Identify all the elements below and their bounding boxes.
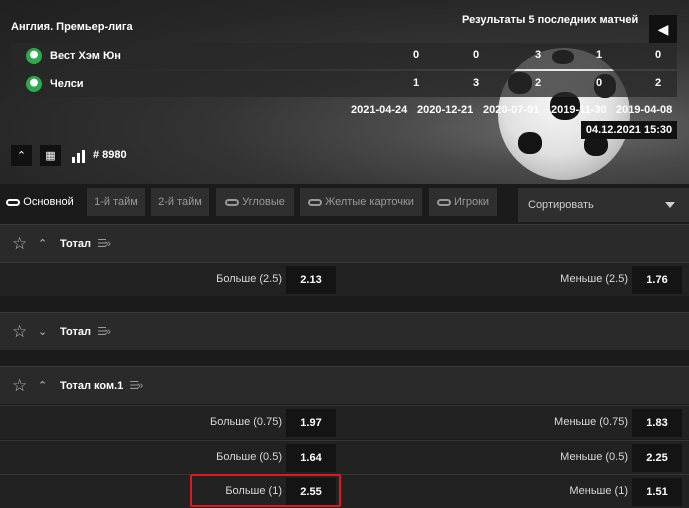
odd-button[interactable]: 2.55 bbox=[286, 478, 336, 506]
team-name: Челси bbox=[50, 78, 84, 90]
star-icon[interactable]: ☆ bbox=[12, 376, 32, 396]
bet-label: Больше (0.5) bbox=[216, 451, 282, 463]
tab-players[interactable]: Игроки bbox=[429, 188, 497, 216]
bet-label: Больше (0.75) bbox=[210, 416, 282, 428]
odd-button[interactable]: 2.13 bbox=[286, 266, 336, 294]
score-cell: 3 bbox=[472, 77, 480, 89]
odd-button[interactable]: 1.97 bbox=[286, 409, 336, 437]
score-cell: 0 bbox=[412, 49, 420, 61]
star-icon[interactable]: ☆ bbox=[12, 322, 32, 342]
team-row-home: Вест Хэм Юн 0 0 3 1 0 bbox=[11, 43, 677, 69]
bet-label: Больше (2.5) bbox=[216, 273, 282, 285]
sort-dropdown[interactable]: Сортировать bbox=[518, 188, 689, 222]
match-header: Англия. Премьер-лига Результаты 5 послед… bbox=[0, 0, 689, 184]
bet-label: Меньше (1) bbox=[569, 485, 628, 497]
bet-label: Больше (1) bbox=[225, 485, 282, 497]
bet-row: Больше (1) 2.55 Меньше (1) 1.51 bbox=[0, 474, 689, 508]
bet-label: Меньше (0.5) bbox=[560, 451, 628, 463]
odd-button[interactable]: 2.25 bbox=[632, 444, 682, 472]
score-cell: 0 bbox=[595, 77, 603, 89]
tab-main[interactable]: Основной bbox=[2, 188, 78, 216]
odd-button[interactable]: 1.51 bbox=[632, 478, 682, 506]
tab-second-half[interactable]: 2-й тайм bbox=[151, 188, 209, 216]
layout-toggle-button[interactable]: ▦ bbox=[40, 145, 61, 166]
score-cell: 0 bbox=[472, 49, 480, 61]
arrow-left-icon: ◀ bbox=[657, 20, 669, 37]
score-cell: 1 bbox=[412, 77, 420, 89]
team-row-away: Челси 1 3 2 0 2 bbox=[11, 71, 677, 97]
bet-row: Больше (0.75) 1.97 Меньше (0.75) 1.83 bbox=[0, 405, 689, 439]
bet-label: Меньше (2.5) bbox=[560, 273, 628, 285]
link-icon bbox=[308, 198, 323, 206]
bet-label: Меньше (0.75) bbox=[554, 416, 628, 428]
sort-label: Сортировать bbox=[528, 199, 594, 211]
tab-corners[interactable]: Угловые bbox=[216, 188, 294, 216]
score-cell: 2 bbox=[654, 77, 662, 89]
back-button[interactable]: ◀ bbox=[649, 15, 677, 43]
team-logo-icon bbox=[26, 76, 42, 92]
chevron-up-icon: ⌃ bbox=[38, 238, 48, 250]
score-cell: 1 bbox=[595, 49, 603, 61]
stats-button[interactable] bbox=[68, 145, 89, 166]
match-date: 2019-11-30 bbox=[551, 104, 607, 116]
link-icon bbox=[6, 198, 21, 206]
market-header[interactable]: ☆ ⌃ Тотал ☰» bbox=[0, 224, 689, 262]
score-cell: 2 bbox=[534, 77, 542, 89]
bar-chart-icon bbox=[71, 149, 85, 163]
match-date: 2021-04-24 bbox=[351, 104, 408, 116]
bet-row: Больше (2.5) 2.13 Меньше (2.5) 1.76 bbox=[0, 262, 689, 296]
tab-first-half[interactable]: 1-й тайм bbox=[87, 188, 145, 216]
star-icon[interactable]: ☆ bbox=[12, 234, 32, 254]
team-logo-icon bbox=[26, 48, 42, 64]
market-title: Тотал ком.1 bbox=[60, 379, 124, 392]
coins-icon: ☰» bbox=[96, 238, 111, 250]
grid-icon: ▦ bbox=[45, 150, 56, 162]
results-title: Результаты 5 последних матчей bbox=[462, 14, 639, 26]
link-icon bbox=[225, 198, 240, 206]
odd-button[interactable]: 1.76 bbox=[632, 266, 682, 294]
bet-row: Больше (0.5) 1.64 Меньше (0.5) 2.25 bbox=[0, 440, 689, 474]
match-date: 2020-07-01 bbox=[483, 104, 540, 116]
market-header[interactable]: ☆ ⌃ Тотал ком.1 ☰» bbox=[0, 366, 689, 404]
chevron-down-icon bbox=[665, 202, 675, 208]
chevron-down-icon: ⌄ bbox=[38, 326, 48, 338]
match-date: 2020-12-21 bbox=[417, 104, 474, 116]
score-cell: 0 bbox=[654, 49, 662, 61]
score-cell: 3 bbox=[534, 49, 542, 61]
coins-icon: ☰» bbox=[129, 380, 143, 392]
double-chevron-up-icon: ⌃ bbox=[16, 150, 27, 162]
odd-button[interactable]: 1.64 bbox=[286, 444, 336, 472]
coins-icon: ☰» bbox=[96, 326, 111, 338]
match-id: # 8980 bbox=[93, 149, 127, 161]
match-datetime: 04.12.2021 15:30 bbox=[581, 121, 677, 139]
league-title: Англия. Премьер-лига bbox=[11, 21, 133, 33]
match-date: 2019-04-08 bbox=[616, 104, 673, 116]
market-header[interactable]: ☆ ⌄ Тотал ☰» bbox=[0, 312, 689, 350]
chevron-up-icon: ⌃ bbox=[38, 380, 48, 392]
team-name: Вест Хэм Юн bbox=[50, 50, 121, 62]
tab-yellow-cards[interactable]: Желтые карточки bbox=[300, 188, 422, 216]
collapse-button[interactable]: ⌃ bbox=[11, 145, 32, 166]
link-icon bbox=[436, 198, 451, 206]
market-title: Тотал bbox=[60, 237, 91, 250]
odd-button[interactable]: 1.83 bbox=[632, 409, 682, 437]
market-title: Тотал bbox=[60, 325, 91, 338]
